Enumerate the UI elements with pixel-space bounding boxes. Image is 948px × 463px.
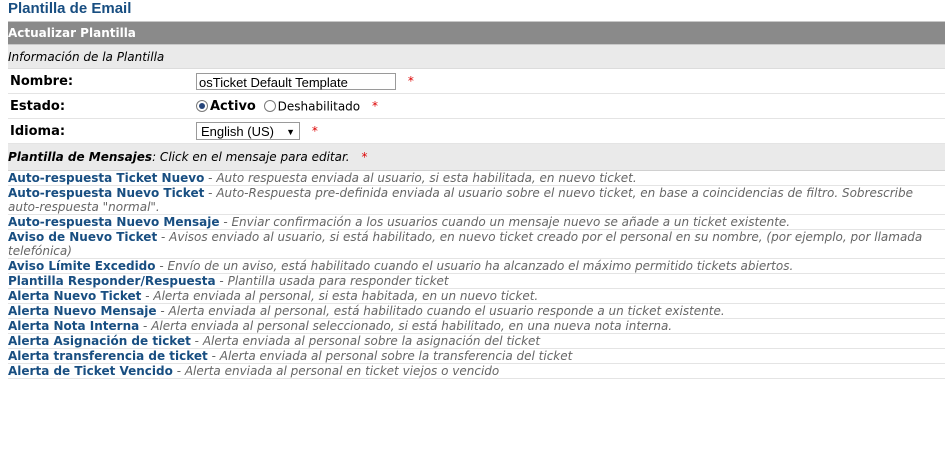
message-cell: Alerta de Ticket Vencido - Alerta enviad… xyxy=(8,363,945,379)
name-cell: osTicket Default Template * xyxy=(196,68,945,94)
message-description: Auto respuesta enviada al usuario, si es… xyxy=(216,171,637,185)
message-description: Plantilla usada para responder ticket xyxy=(227,274,449,288)
message-separator: - xyxy=(215,274,228,288)
message-row: Auto-respuesta Nuevo Ticket - Auto-Respu… xyxy=(8,185,945,215)
message-link[interactable]: Alerta Nuevo Ticket xyxy=(8,289,141,303)
status-row: Estado: Activo Deshabilitado * xyxy=(8,93,945,119)
message-row: Plantilla Responder/Respuesta - Plantill… xyxy=(8,273,945,289)
message-link[interactable]: Auto-respuesta Nuevo Mensaje xyxy=(8,215,220,229)
message-separator: - xyxy=(155,259,168,273)
required-mark: * xyxy=(361,150,368,164)
message-row: Alerta Nota Interna - Alerta enviada al … xyxy=(8,318,945,334)
radio-disabled[interactable] xyxy=(263,100,276,112)
message-cell: Auto-respuesta Nuevo Ticket - Auto-Respu… xyxy=(8,185,945,215)
messages-section-row: Plantilla de Mensajes: Click en el mensa… xyxy=(8,143,945,171)
chevron-down-icon: ▼ xyxy=(286,127,295,137)
name-label: Nombre: xyxy=(8,68,196,94)
language-label: Idioma: xyxy=(8,118,196,144)
message-row: Aviso de Nuevo Ticket - Avisos enviado a… xyxy=(8,229,945,259)
message-row: Auto-respuesta Ticket Nuevo - Auto respu… xyxy=(8,170,945,186)
required-mark: * xyxy=(371,98,378,113)
message-cell: Aviso de Nuevo Ticket - Avisos enviado a… xyxy=(8,229,945,259)
message-separator: - xyxy=(139,319,152,333)
message-row: Alerta de Ticket Vencido - Alerta enviad… xyxy=(8,363,945,379)
status-label: Estado: xyxy=(8,93,196,119)
messages-hint: : Click en el mensaje para editar. xyxy=(152,150,350,164)
message-separator: - xyxy=(204,186,217,200)
radio-disabled-label[interactable]: Deshabilitado xyxy=(278,99,360,113)
message-separator: - xyxy=(172,364,185,378)
message-description: Alerta enviada al personal sobre la asig… xyxy=(202,334,541,348)
message-separator: - xyxy=(156,304,169,318)
message-description: Enviar confirmación a los usuarios cuand… xyxy=(231,215,791,229)
message-link[interactable]: Alerta Nota Interna xyxy=(8,319,139,333)
status-cell: Activo Deshabilitado * xyxy=(196,93,945,119)
page-title: Plantilla de Email xyxy=(8,0,132,17)
message-link[interactable]: Auto-respuesta Nuevo Ticket xyxy=(8,186,204,200)
language-select-value: English (US) xyxy=(201,124,274,139)
message-cell: Alerta Nuevo Mensaje - Alerta enviada al… xyxy=(8,303,945,319)
required-mark: * xyxy=(311,123,318,138)
message-link[interactable]: Alerta Nuevo Mensaje xyxy=(8,304,157,318)
language-cell: English (US) ▼ * xyxy=(196,118,945,144)
message-link[interactable]: Plantilla Responder/Respuesta xyxy=(8,274,216,288)
message-link[interactable]: Alerta Asignación de ticket xyxy=(8,334,191,348)
message-row: Alerta transferencia de ticket - Alerta … xyxy=(8,348,945,364)
message-description: Alerta enviada al personal sobre la tran… xyxy=(219,349,573,363)
message-separator: - xyxy=(207,349,220,363)
message-separator: - xyxy=(141,289,154,303)
message-cell: Alerta Nota Interna - Alerta enviada al … xyxy=(8,318,945,334)
info-subheader: Información de la Plantilla xyxy=(8,44,945,69)
message-cell: Aviso Límite Excedido - Envío de un avis… xyxy=(8,258,945,274)
template-form: Actualizar Plantilla Información de la P… xyxy=(8,21,945,379)
language-select[interactable]: English (US) ▼ xyxy=(196,122,300,140)
message-separator: - xyxy=(219,215,232,229)
message-separator: - xyxy=(190,334,203,348)
message-cell: Auto-respuesta Ticket Nuevo - Auto respu… xyxy=(8,170,945,186)
message-cell: Alerta transferencia de ticket - Alerta … xyxy=(8,348,945,364)
name-row: Nombre: osTicket Default Template * xyxy=(8,68,945,94)
message-description: Alerta enviada al personal, si esta habi… xyxy=(153,289,539,303)
message-link[interactable]: Alerta transferencia de ticket xyxy=(8,349,208,363)
messages-title: Plantilla de Mensajes xyxy=(8,150,153,164)
message-row: Aviso Límite Excedido - Envío de un avis… xyxy=(8,258,945,274)
message-cell: Alerta Asignación de ticket - Alerta env… xyxy=(8,333,945,349)
message-separator: - xyxy=(157,230,170,244)
message-link[interactable]: Aviso de Nuevo Ticket xyxy=(8,230,157,244)
message-link[interactable]: Alerta de Ticket Vencido xyxy=(8,364,173,378)
message-description: Alerta enviada al personal, está habilit… xyxy=(168,304,725,318)
message-row: Alerta Nuevo Ticket - Alerta enviada al … xyxy=(8,288,945,304)
message-cell: Plantilla Responder/Respuesta - Plantill… xyxy=(8,273,945,289)
required-mark: * xyxy=(407,73,414,88)
form-header-row: Actualizar Plantilla xyxy=(8,21,945,45)
message-cell: Alerta Nuevo Ticket - Alerta enviada al … xyxy=(8,288,945,304)
message-link[interactable]: Aviso Límite Excedido xyxy=(8,259,156,273)
message-description: Envío de un aviso, está habilitado cuand… xyxy=(167,259,794,273)
message-row: Alerta Asignación de ticket - Alerta env… xyxy=(8,333,945,349)
info-subheader-row: Información de la Plantilla xyxy=(8,44,945,69)
message-description: Alerta enviada al personal seleccionado,… xyxy=(151,319,673,333)
message-separator: - xyxy=(204,171,217,185)
message-row: Auto-respuesta Nuevo Mensaje - Enviar co… xyxy=(8,214,945,230)
form-header: Actualizar Plantilla xyxy=(8,21,945,45)
name-input[interactable]: osTicket Default Template xyxy=(196,72,396,90)
message-row: Alerta Nuevo Mensaje - Alerta enviada al… xyxy=(8,303,945,319)
message-cell: Auto-respuesta Nuevo Mensaje - Enviar co… xyxy=(8,214,945,230)
messages-section-header: Plantilla de Mensajes: Click en el mensa… xyxy=(8,143,945,171)
message-description: Alerta enviada al personal en ticket vie… xyxy=(184,364,500,378)
radio-active[interactable] xyxy=(196,100,208,112)
radio-active-label[interactable]: Activo xyxy=(210,99,256,114)
message-link[interactable]: Auto-respuesta Ticket Nuevo xyxy=(8,171,204,185)
language-row: Idioma: English (US) ▼ * xyxy=(8,118,945,144)
